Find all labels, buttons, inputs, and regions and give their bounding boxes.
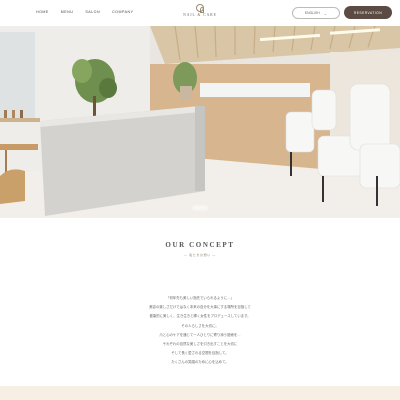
concept-line: 「何年先も美しい指先でいられるように…」 [166,296,234,300]
concept-line: そして長く愛される空間を目指して。 [171,351,229,356]
nav-salon[interactable]: SALON [85,10,100,14]
logo-mark-icon [196,4,204,13]
logo-text: NAIL & CARE [183,13,217,17]
concept-text: 「何年先も美しい指先でいられるように…」 美容の楽しさだけではなく本来の自分を大… [0,294,400,368]
site-header: HOME MENU SALON COMPANY NAIL & CARE ENGL… [0,0,400,26]
language-select[interactable]: ENGLISH ⌄ [292,7,340,19]
concept-subtitle: — 私たちの想い — [184,253,216,257]
nav-home[interactable]: HOME [36,10,49,14]
concept-title: OUR CONCEPT [165,241,235,249]
salon-interior-photo [0,26,400,218]
reservation-button[interactable]: RESERVATION [344,6,392,19]
concept-line: たくさんの笑顔のために心を込めて。 [171,360,229,365]
language-label: ENGLISH [304,11,320,15]
nav-company[interactable]: COMPANY [112,10,133,14]
nav-menu[interactable]: MENU [61,10,74,14]
concept-line: 美容の楽しさだけではなく本来の自分を大事にする場所を目指して [149,305,251,310]
concept-line: その人らしさを大切に。 [181,323,219,328]
concept-line: 爪と心のケアを通じて一人ひとりに寄り添う施術を… [159,332,241,337]
chevron-down-icon: ⌄ [323,10,328,16]
hero-image: PHOTO [0,26,400,218]
footer-band [0,386,400,400]
concept-line: それぞれの自然な美しさを引き出すことを大切に [162,342,238,347]
site-logo[interactable]: NAIL & CARE [181,4,219,17]
hero-slide-label[interactable]: PHOTO [191,205,209,211]
concept-line: 健康的に美しく、生き生きと輝く女性をプロデュースしています。 [149,314,251,319]
main-nav: HOME MENU SALON COMPANY [36,10,133,14]
